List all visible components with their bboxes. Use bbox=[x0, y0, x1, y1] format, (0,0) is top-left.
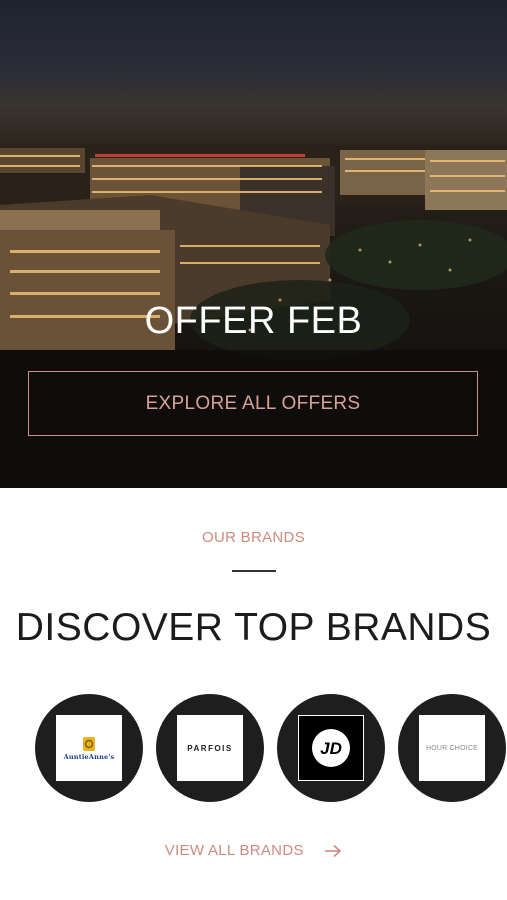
brand-circle-auntie-annes[interactable]: AuntieAnne's bbox=[35, 694, 143, 802]
explore-all-offers-button[interactable]: EXPLORE ALL OFFERS bbox=[28, 371, 478, 436]
brand-name: HOUR CHOICE bbox=[426, 744, 478, 752]
hero-title: OFFER FEB bbox=[144, 300, 363, 342]
jd-logo-icon: JD bbox=[312, 729, 350, 767]
brand-logo-jd: JD bbox=[298, 715, 364, 781]
view-all-brands-label: VIEW ALL BRANDS bbox=[164, 842, 304, 859]
brand-logo-hour-choice: HOUR CHOICE bbox=[419, 715, 485, 781]
brand-circle-jd[interactable]: JD bbox=[277, 694, 385, 802]
section-eyebrow: OUR BRANDS bbox=[201, 529, 305, 546]
view-all-brands-link[interactable]: VIEW ALL BRANDS bbox=[0, 842, 507, 859]
brand-circle-hour-choice[interactable]: HOUR CHOICE bbox=[398, 694, 506, 802]
brand-circle-parfois[interactable]: PARFOIS bbox=[156, 694, 264, 802]
hero-banner: OFFER FEB EXPLORE ALL OFFERS bbox=[0, 0, 507, 488]
brand-logo-auntie-annes: AuntieAnne's bbox=[56, 715, 122, 781]
brand-name: AuntieAnne's bbox=[63, 753, 115, 761]
arrow-right-icon bbox=[325, 844, 342, 858]
brand-logo-parfois: PARFOIS bbox=[177, 715, 243, 781]
pretzel-icon bbox=[82, 737, 95, 751]
section-title: DISCOVER TOP BRANDS bbox=[15, 606, 492, 649]
brand-name: PARFOIS bbox=[187, 743, 233, 753]
brand-name: JD bbox=[320, 739, 342, 758]
section-divider bbox=[232, 570, 276, 572]
